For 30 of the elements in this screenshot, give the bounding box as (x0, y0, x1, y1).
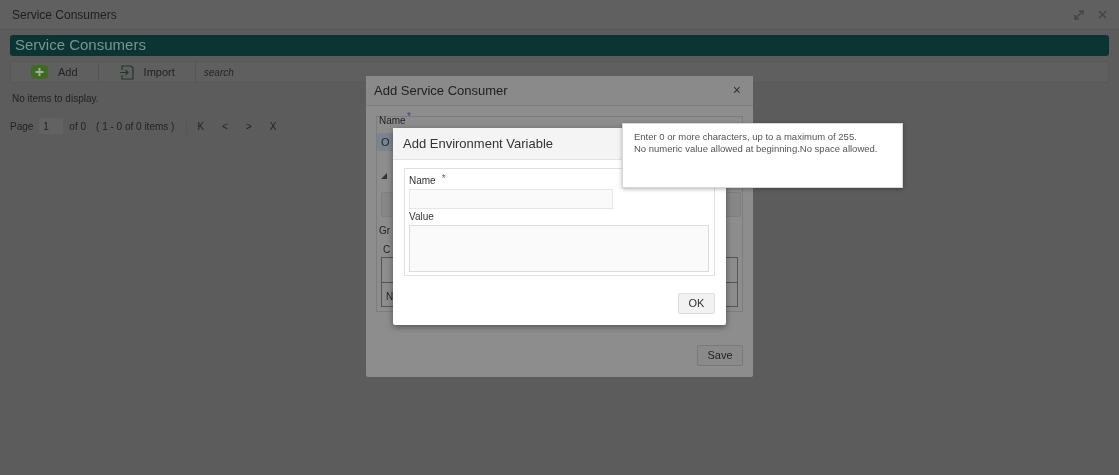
import-button[interactable]: Import (98, 62, 196, 82)
table-cell: N (386, 291, 394, 302)
close-button[interactable]: × (728, 80, 745, 101)
pager-nav-button[interactable]: < (222, 118, 228, 134)
pager-nav-button[interactable]: > (245, 118, 252, 134)
page-field[interactable]: 1 (39, 118, 64, 134)
field-label: Name (409, 174, 436, 188)
minimize-icon[interactable] (1074, 9, 1084, 20)
save-button[interactable]: Save (697, 345, 743, 366)
page-heading: Service Consumers (15, 35, 146, 56)
field-label: Name (379, 114, 406, 128)
field-label: Value (409, 210, 434, 224)
required-mark: * (407, 110, 411, 124)
tooltip-text: Enter 0 or more characters, up to a maximum of 255. (634, 131, 858, 143)
add-button[interactable]: Add (11, 62, 99, 82)
close-icon[interactable] (1098, 10, 1107, 19)
field-value: C (383, 243, 391, 257)
empty-message: No items to display. (12, 92, 100, 106)
value-textarea[interactable] (409, 225, 709, 272)
import-icon (118, 64, 134, 80)
dialog-title: Add Service Consumer (374, 81, 508, 100)
name-input[interactable] (409, 189, 613, 209)
ok-button[interactable]: OK (678, 293, 715, 314)
required-mark: * (441, 173, 446, 185)
plus-icon (31, 65, 48, 79)
section-label: Gr (379, 224, 391, 238)
window-title: Service Consumers (12, 6, 117, 24)
page-label: Page (10, 119, 34, 134)
tooltip-text: No numeric value allowed at beginning.No space allowed. (634, 143, 879, 155)
collapse-icon[interactable] (381, 173, 387, 179)
